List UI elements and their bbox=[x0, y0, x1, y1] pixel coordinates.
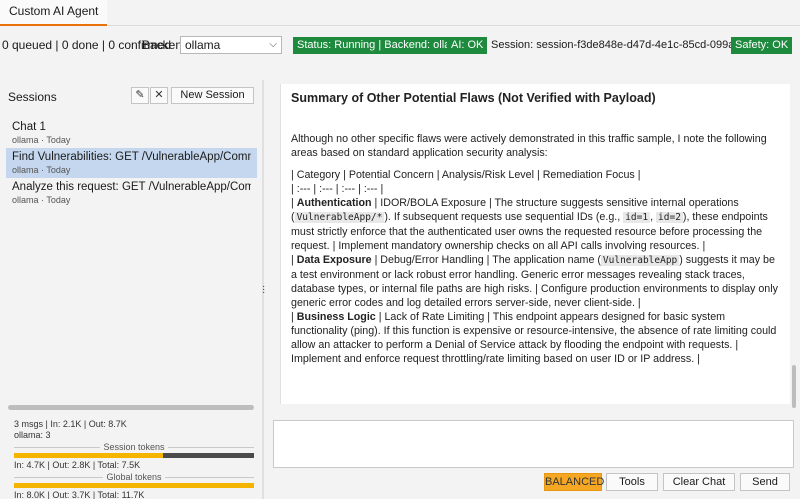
global-tokens: In: 8.0K | Out: 3.7K | Total: 11.7K bbox=[14, 490, 145, 499]
table-row: | Authentication | IDOR/BOLA Exposure | … bbox=[291, 197, 768, 252]
sessions-panel: Sessions ✎ ✕ New Session Chat 1 ollama ·… bbox=[0, 80, 262, 499]
token-stats: 3 msgs | In: 2.1K | Out: 8.7K ollama: 3 … bbox=[14, 419, 254, 499]
tab-bar: Custom AI Agent bbox=[0, 0, 800, 26]
tools-button[interactable]: Tools bbox=[606, 473, 658, 491]
clear-chat-button[interactable]: Clear Chat bbox=[663, 473, 735, 491]
response-heading: Summary of Other Potential Flaws (Not Ve… bbox=[291, 91, 656, 105]
model-count: ollama: 3 bbox=[14, 430, 51, 440]
session-meta: ollama · Today bbox=[12, 135, 71, 145]
session-item[interactable]: Analyze this request: GET /VulnerableApp… bbox=[6, 178, 257, 208]
global-tokens-bar bbox=[14, 483, 254, 488]
global-tokens-fill bbox=[14, 483, 254, 488]
session-meta: ollama · Today bbox=[12, 165, 71, 175]
safety-badge: Safety: OK bbox=[731, 37, 793, 54]
message-input[interactable] bbox=[273, 420, 794, 468]
table-header-line: | Category | Potential Concern | Analysi… bbox=[291, 169, 641, 181]
drag-handle-icon[interactable]: · · · bbox=[262, 282, 265, 298]
sessions-title: Sessions bbox=[8, 90, 57, 104]
delete-session-button[interactable]: ✕ bbox=[150, 87, 168, 104]
chevron-down-icon: ⌵ bbox=[269, 39, 277, 50]
mode-balanced-button[interactable]: BALANCED bbox=[544, 473, 604, 491]
session-tokens: In: 4.7K | Out: 2.8K | Total: 7.5K bbox=[14, 460, 141, 470]
edit-icon: ✎ bbox=[135, 89, 145, 101]
top-toolbar: 0 queued | 0 done | 0 confirmed Backend … bbox=[0, 34, 800, 56]
ai-status-badge: AI: OK bbox=[447, 37, 488, 54]
session-tokens-label: Session tokens bbox=[14, 442, 254, 452]
session-id: Session: session-f3de848e-d47d-4e1c-85cd… bbox=[491, 39, 731, 51]
global-tokens-label: Global tokens bbox=[14, 472, 254, 482]
response-intro: Although no other specific flaws were ac… bbox=[291, 133, 767, 159]
status-badge: Status: Running | Backend: ollama bbox=[293, 37, 470, 54]
tab-custom-ai-agent[interactable]: Custom AI Agent bbox=[0, 0, 108, 26]
session-item[interactable]: Chat 1 ollama · Today bbox=[6, 118, 257, 148]
session-name: Find Vulnerabilities: GET /VulnerableApp… bbox=[12, 151, 251, 163]
session-tokens-bar bbox=[14, 453, 254, 458]
chat-scrollbar[interactable] bbox=[792, 365, 796, 408]
table-row: | Business Logic | Lack of Rate Limiting… bbox=[291, 311, 777, 365]
backend-select[interactable]: ollama ⌵ bbox=[180, 36, 282, 54]
table-separator-line: | :--- | :--- | :--- | :--- | bbox=[291, 183, 384, 195]
backend-select-value: ollama bbox=[185, 38, 221, 52]
chat-transcript: Summary of Other Potential Flaws (Not Ve… bbox=[280, 84, 790, 404]
session-list: Chat 1 ollama · Today Find Vulnerabiliti… bbox=[6, 118, 257, 208]
session-meta: ollama · Today bbox=[12, 195, 71, 205]
session-name: Analyze this request: GET /VulnerableApp… bbox=[12, 181, 251, 193]
table-row: | Data Exposure | Debug/Error Handling |… bbox=[291, 254, 778, 309]
close-icon: ✕ bbox=[154, 89, 164, 101]
session-name: Chat 1 bbox=[12, 121, 46, 133]
send-button[interactable]: Send bbox=[740, 473, 790, 491]
message-stats: 3 msgs | In: 2.1K | Out: 8.7K bbox=[14, 419, 127, 429]
new-session-button[interactable]: New Session bbox=[171, 87, 254, 104]
session-item-selected[interactable]: Find Vulnerabilities: GET /VulnerableApp… bbox=[6, 148, 257, 178]
session-tokens-fill bbox=[14, 453, 163, 458]
rename-session-button[interactable]: ✎ bbox=[131, 87, 149, 104]
horizontal-scrollbar[interactable] bbox=[8, 405, 254, 410]
